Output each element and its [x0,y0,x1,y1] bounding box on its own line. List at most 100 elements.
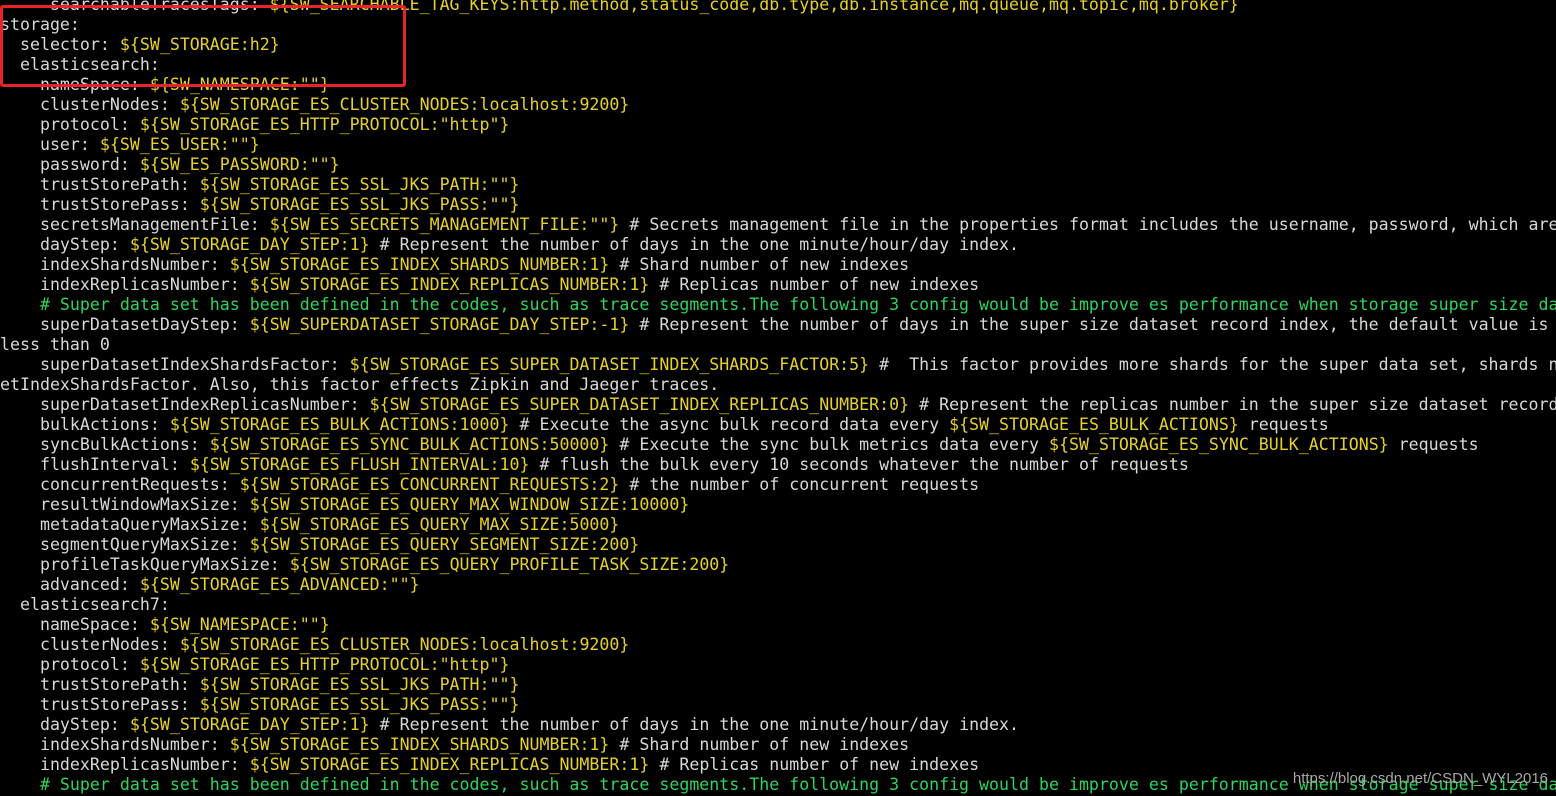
config-text: dayStep: [0,715,130,734]
env-value: ${SW_STORAGE_ES_INDEX_SHARDS_NUMBER:1} [229,735,610,754]
env-value: ${SW_STORAGE_ES_CLUSTER_NODES:localhost:… [179,635,630,654]
config-text: less than 0 [0,335,110,354]
env-value: ${SW_STORAGE_ES_QUERY_PROFILE_TASK_SIZE:… [289,555,730,574]
terminal-line: clusterNodes: ${SW_STORAGE_ES_CLUSTER_NO… [0,95,1556,115]
terminal-line: nameSpace: ${SW_NAMESPACE:""} [0,75,1556,95]
config-text: # Secrets management file in the propert… [619,215,1556,234]
terminal-line: less than 0 [0,335,1556,355]
config-text: user: [0,135,100,154]
config-text: superDatasetIndexReplicasNumber: [0,395,370,414]
env-value: ${SW_STORAGE_ES_FLUSH_INTERVAL:10} [189,455,530,474]
terminal-line: resultWindowMaxSize: ${SW_STORAGE_ES_QUE… [0,495,1556,515]
env-value: ${SW_ES_PASSWORD:""} [139,155,340,174]
terminal-line: elasticsearch7: [0,595,1556,615]
config-text: # Represent the number of days in the on… [369,235,1020,254]
config-text: trustStorePath: [0,675,200,694]
env-value: ${SW_STORAGE_ES_SSL_JKS_PASS:""} [199,695,520,714]
env-value: ${SW_STORAGE_ES_BULK_ACTIONS} [949,415,1239,434]
terminal-line: superDatasetDayStep: ${SW_SUPERDATASET_S… [0,315,1556,335]
config-text: bulkActions: [0,415,170,434]
terminal-line: protocol: ${SW_STORAGE_ES_HTTP_PROTOCOL:… [0,655,1556,675]
env-value: ${SW_STORAGE_DAY_STEP:1} [129,715,370,734]
config-text: # Represent the number of days in the su… [629,315,1549,334]
config-text: # Represent the replicas number in the s… [909,395,1556,414]
env-value: ${SW_SEARCHABLE_TAG_KEYS:http.method,sta… [269,0,1239,14]
env-value: ${SW_STORAGE_ES_INDEX_REPLICAS_NUMBER:1} [249,755,650,774]
terminal-line: trustStorePass: ${SW_STORAGE_ES_SSL_JKS_… [0,195,1556,215]
env-value: ${SW_STORAGE_ES_CONCURRENT_REQUESTS:2} [239,475,620,494]
config-text: selector: [0,35,120,54]
terminal-line: elasticsearch: [0,55,1556,75]
env-value: ${SW_STORAGE_DAY_STEP:1} [129,235,370,254]
config-text: clusterNodes: [0,95,180,114]
config-text: syncBulkActions: [0,435,210,454]
env-value: ${SW_STORAGE_ES_SYNC_BULK_ACTIONS} [1049,435,1389,454]
env-value: ${SW_STORAGE_ES_QUERY_MAX_WINDOW_SIZE:10… [249,495,690,514]
config-text: indexShardsNumber: [0,735,230,754]
terminal-line: dayStep: ${SW_STORAGE_DAY_STEP:1} # Repr… [0,715,1556,735]
config-text: clusterNodes: [0,635,180,654]
env-value: ${SW_ES_USER:""} [99,135,260,154]
env-value: ${SW_STORAGE_ES_SYNC_BULK_ACTIONS:50000} [209,435,610,454]
config-text: indexReplicasNumber: [0,275,250,294]
config-text: # Shard number of new indexes [609,255,910,274]
terminal-line: secretsManagementFile: ${SW_ES_SECRETS_M… [0,215,1556,235]
config-text: # Represent the number of days in the on… [369,715,1020,734]
config-text: resultWindowMaxSize: [0,495,250,514]
config-text: requests [1388,435,1479,454]
env-value: ${SW_NAMESPACE:""} [149,75,330,94]
config-text: searchableTracesTags: [0,0,270,14]
env-value: ${SW_STORAGE_ES_INDEX_SHARDS_NUMBER:1} [229,255,610,274]
config-text: # the number of concurrent requests [619,475,980,494]
terminal-line: superDatasetIndexReplicasNumber: ${SW_ST… [0,395,1556,415]
config-text: metadataQueryMaxSize: [0,515,260,534]
terminal-output[interactable]: searchableTracesTags: ${SW_SEARCHABLE_TA… [0,0,1556,796]
env-value: ${SW_STORAGE_ES_BULK_ACTIONS:1000} [169,415,510,434]
config-text: superDatasetIndexShardsFactor: [0,355,350,374]
config-text: concurrentRequests: [0,475,240,494]
config-text: nameSpace: [0,75,150,94]
terminal-line: indexReplicasNumber: ${SW_STORAGE_ES_IND… [0,275,1556,295]
green-comment: # Super data set has been defined in the… [0,295,1556,314]
config-text: dayStep: [0,235,130,254]
env-value: ${SW_ES_SECRETS_MANAGEMENT_FILE:""} [269,215,620,234]
config-text: # Execute the async bulk record data eve… [509,415,950,434]
env-value: ${SW_STORAGE:h2} [119,35,280,54]
terminal-line: dayStep: ${SW_STORAGE_DAY_STEP:1} # Repr… [0,235,1556,255]
terminal-line: searchableTracesTags: ${SW_SEARCHABLE_TA… [0,0,1556,15]
terminal-line: protocol: ${SW_STORAGE_ES_HTTP_PROTOCOL:… [0,115,1556,135]
env-value: ${SW_STORAGE_ES_CLUSTER_NODES:localhost:… [179,95,630,114]
config-text: elasticsearch7: [0,595,170,614]
config-text: superDatasetDayStep: [0,315,250,334]
terminal-line: setIndexShardsFactor. Also, this factor … [0,375,1556,395]
config-text: indexReplicasNumber: [0,755,250,774]
terminal-line: segmentQueryMaxSize: ${SW_STORAGE_ES_QUE… [0,535,1556,555]
config-text: trustStorePath: [0,175,200,194]
env-value: ${SW_STORAGE_ES_INDEX_REPLICAS_NUMBER:1} [249,275,650,294]
env-value: ${SW_STORAGE_ES_SUPER_DATASET_INDEX_SHAR… [349,355,870,374]
config-text: # Shard number of new indexes [609,735,910,754]
terminal-line: advanced: ${SW_STORAGE_ES_ADVANCED:""} [0,575,1556,595]
config-text: password: [0,155,140,174]
env-value: ${SW_STORAGE_ES_SUPER_DATASET_INDEX_REPL… [369,395,910,414]
config-text: protocol: [0,115,140,134]
terminal-line: trustStorePass: ${SW_STORAGE_ES_SSL_JKS_… [0,695,1556,715]
terminal-line: # Super data set has been defined in the… [0,295,1556,315]
terminal-line: superDatasetIndexShardsFactor: ${SW_STOR… [0,355,1556,375]
config-text: protocol: [0,655,140,674]
terminal-line: nameSpace: ${SW_NAMESPACE:""} [0,615,1556,635]
config-text: # This factor provides more shards for t… [869,355,1556,374]
config-text: requests [1238,415,1329,434]
terminal-line: storage: [0,15,1556,35]
config-text: storage: [0,15,80,34]
env-value: ${SW_NAMESPACE:""} [149,615,330,634]
env-value: ${SW_SUPERDATASET_STORAGE_DAY_STEP:-1} [249,315,630,334]
terminal-line: bulkActions: ${SW_STORAGE_ES_BULK_ACTION… [0,415,1556,435]
terminal-line: profileTaskQueryMaxSize: ${SW_STORAGE_ES… [0,555,1556,575]
terminal-line: clusterNodes: ${SW_STORAGE_ES_CLUSTER_NO… [0,635,1556,655]
config-text: # Replicas number of new indexes [649,755,980,774]
config-text: # flush the bulk every 10 seconds whatev… [529,455,1189,474]
config-text: trustStorePass: [0,695,200,714]
terminal-line: metadataQueryMaxSize: ${SW_STORAGE_ES_QU… [0,515,1556,535]
env-value: ${SW_STORAGE_ES_SSL_JKS_PASS:""} [199,195,520,214]
